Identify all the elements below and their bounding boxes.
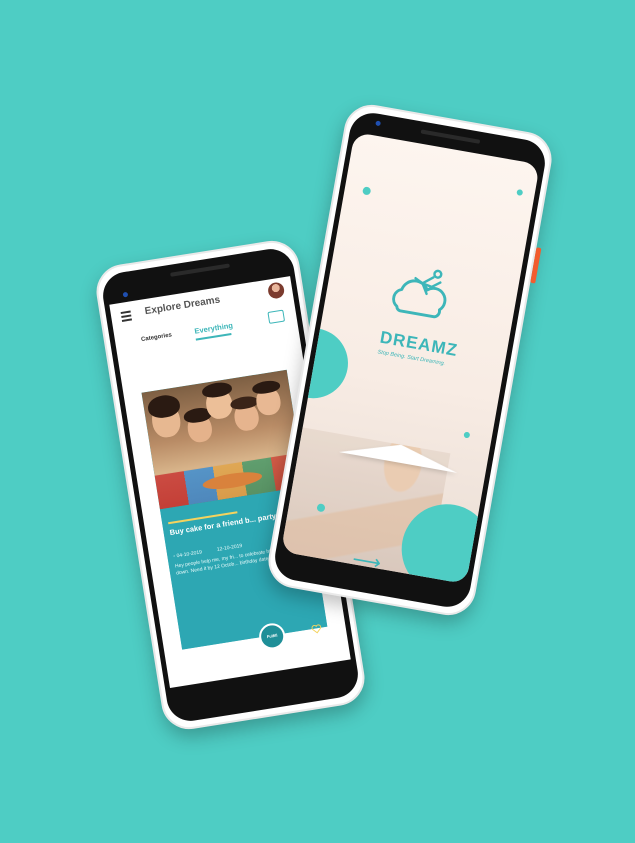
decor-dot [362,186,372,196]
dreamz-logo-icon [392,269,447,319]
phone-splash: DREAMZ Stop Being. Start Dreaming. ⟶ [264,100,556,620]
splash-screen: DREAMZ Stop Being. Start Dreaming. ⟶ [280,131,540,585]
tab-categories[interactable]: Categories [141,332,173,343]
phone-bezel: DREAMZ Stop Being. Start Dreaming. ⟶ [271,109,549,611]
start-date-value: 04-10-2019 [176,549,203,560]
front-camera [122,291,129,298]
truck-icon[interactable] [267,309,286,324]
page-title: Explore Dreams [143,294,221,318]
decor-dot [516,189,524,196]
decor-dot [463,431,471,439]
menu-icon[interactable] [120,310,134,322]
avatar[interactable] [266,281,286,300]
speaker [170,263,230,277]
front-camera [375,120,382,127]
start-date: ▫ 04-10-2019 [173,549,202,559]
speaker [420,129,481,144]
heart-icon[interactable] [311,624,322,635]
arrow-right-icon[interactable]: ⟶ [350,546,383,576]
end-date: 12-10-2019 [216,542,243,553]
